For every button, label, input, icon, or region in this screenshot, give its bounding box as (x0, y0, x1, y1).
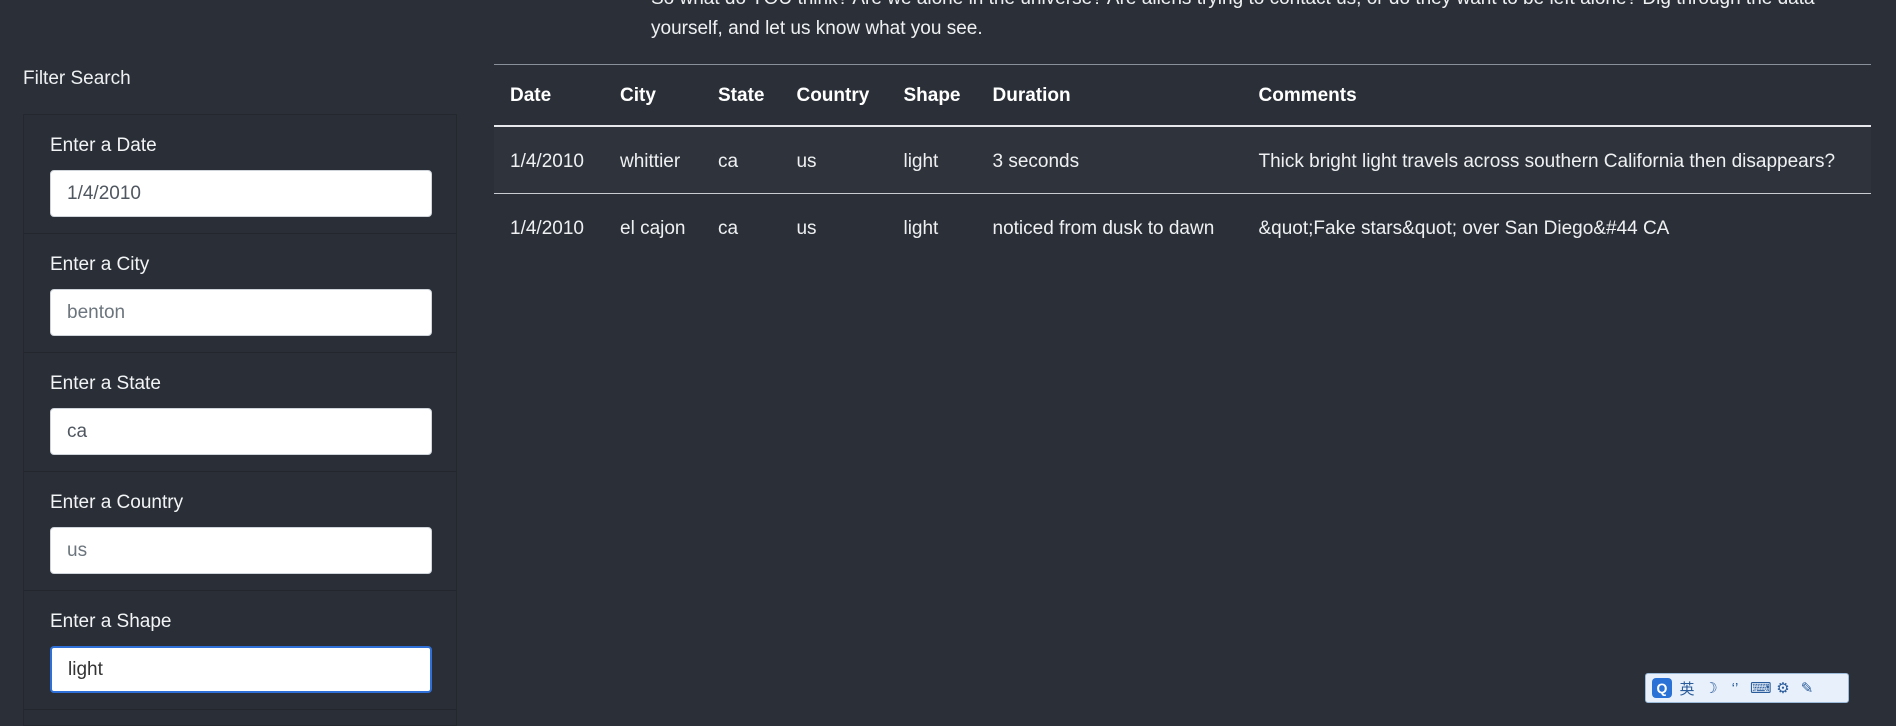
header-date: Date (494, 64, 604, 127)
cell-state: ca (702, 126, 781, 194)
country-input[interactable] (50, 527, 432, 574)
cell-duration: 3 seconds (976, 126, 1243, 194)
city-input[interactable] (50, 289, 432, 336)
ime-mode-toggle[interactable]: 英 (1678, 678, 1696, 699)
state-input[interactable] (50, 408, 432, 455)
ime-toolbar[interactable]: Q 英 ☽ ‘’ ⌨ ⚙ ✎ (1645, 673, 1849, 703)
header-city: City (604, 64, 702, 127)
cell-country: us (780, 126, 888, 194)
filter-panel: Enter a Date Enter a City Enter a State … (23, 114, 457, 726)
punctuation-icon[interactable]: ‘’ (1726, 680, 1744, 697)
cell-duration: noticed from dusk to dawn (992, 218, 1215, 239)
date-label: Enter a Date (50, 135, 157, 156)
ime-logo-icon[interactable]: Q (1652, 678, 1672, 698)
cell-shape: light (887, 126, 977, 194)
wrench-icon[interactable]: ✎ (1798, 679, 1816, 697)
cell-date: 1/4/2010 (494, 126, 604, 194)
city-label: Enter a City (50, 254, 150, 275)
shape-label: Enter a Shape (50, 611, 172, 632)
header-duration: Duration (976, 64, 1243, 127)
table-row: 1/4/2010 el cajon ca us light noticed fr… (494, 194, 1871, 261)
filter-group-city: Enter a City (24, 234, 456, 353)
table-header-row: Date City State Country Shape Duration C… (494, 64, 1871, 127)
cell-state: ca (718, 218, 739, 239)
header-country: Country (780, 64, 888, 127)
header-state: State (702, 64, 781, 127)
cell-country: us (796, 218, 817, 239)
filter-group-state: Enter a State (24, 353, 456, 472)
table-row: 1/4/2010 whittier ca us light 3 seconds … (494, 126, 1871, 194)
cell-comments: &quot;Fake stars&quot; over San Diego&#4… (1258, 218, 1670, 239)
date-input[interactable] (50, 170, 432, 217)
cell-comments: Thick bright light travels across southe… (1242, 126, 1871, 194)
intro-text: So what do YOU think? Are we alone in th… (651, 0, 1815, 39)
cell-shape: light (903, 218, 939, 239)
state-label: Enter a State (50, 373, 161, 394)
filter-group-country: Enter a Country (24, 472, 456, 591)
filter-group-shape: Enter a Shape (24, 591, 456, 710)
filter-search-title: Filter Search (23, 68, 131, 89)
ufo-table-container: Date City State Country Shape Duration C… (494, 64, 1871, 260)
ufo-sightings-table: Date City State Country Shape Duration C… (494, 64, 1871, 260)
country-label: Enter a Country (50, 492, 184, 513)
header-comments: Comments (1242, 64, 1871, 127)
filter-group-date: Enter a Date (24, 115, 456, 234)
header-shape: Shape (887, 64, 977, 127)
cell-city: whittier (604, 126, 702, 194)
shape-input[interactable] (50, 646, 432, 693)
moon-icon[interactable]: ☽ (1702, 679, 1720, 697)
keyboard-icon[interactable]: ⌨ (1750, 679, 1772, 697)
settings-icon[interactable]: ⚙ (1774, 679, 1792, 697)
cell-date: 1/4/2010 (510, 218, 584, 239)
cell-city: el cajon (620, 218, 686, 239)
